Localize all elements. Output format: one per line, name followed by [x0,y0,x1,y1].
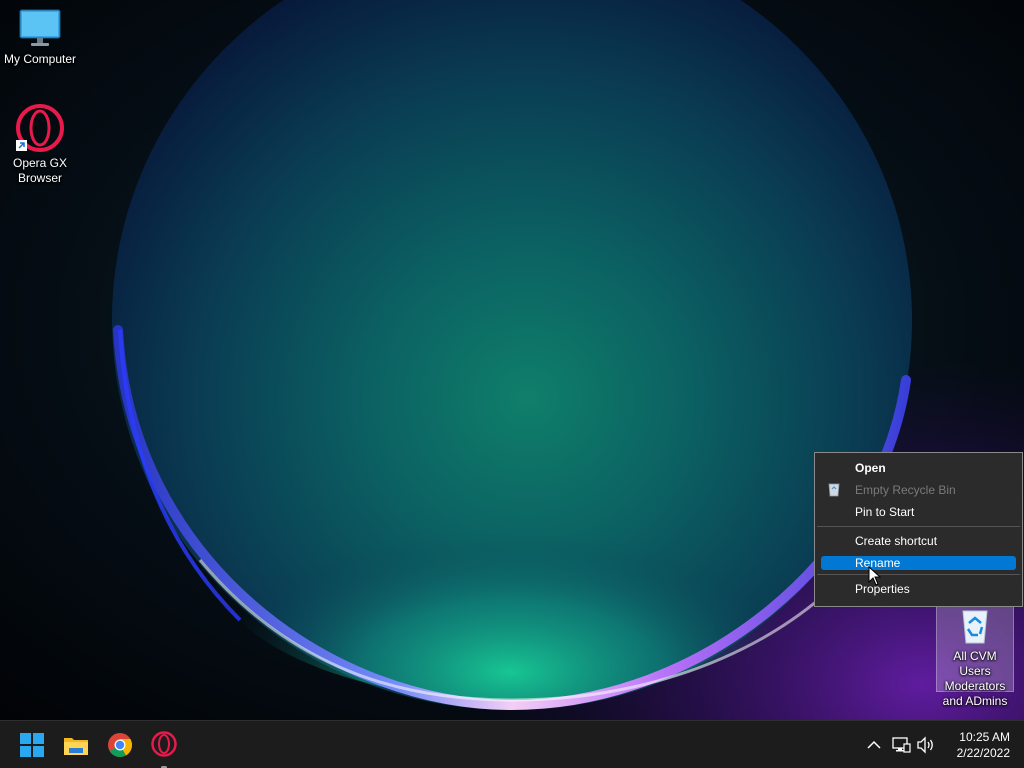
menu-item-pin-to-start[interactable]: Pin to Start [821,501,1016,523]
chevron-up-icon [867,740,881,749]
menu-item-create-shortcut[interactable]: Create shortcut [821,530,1016,552]
desktop[interactable]: My Computer Opera GX Browser All CVM Use… [0,0,1024,768]
menu-item-label: Properties [855,582,910,596]
desktop-icon-label: All CVM Users Moderators and ADmins [942,649,1008,708]
show-hidden-icons-button[interactable] [864,735,884,755]
menu-separator [817,574,1020,575]
desktop-icon-recycle-bin[interactable]: All CVM Users Moderators and ADmins [936,602,1014,708]
menu-item-label: Open [855,461,886,475]
clock-date: 2/22/2022 [956,746,1010,760]
menu-item-rename[interactable]: Rename [821,556,1016,570]
volume-icon [917,736,933,754]
network-button[interactable] [891,735,911,755]
context-menu: Open Empty Recycle Bin Pin to Start Crea… [814,452,1023,607]
taskbar: 10:25 AM 2/22/2022 [0,720,1024,768]
taskbar-chrome-button[interactable] [104,729,136,761]
clock-time: 10:25 AM [959,730,1010,744]
taskbar-file-explorer-button[interactable] [60,729,92,761]
desktop-icon-label: Opera GX Browser [12,156,68,185]
start-button[interactable] [16,729,48,761]
menu-item-open[interactable]: Open [821,457,1016,479]
chrome-icon [108,733,133,758]
opera-gx-icon [151,731,177,757]
menu-item-properties[interactable]: Properties [821,578,1016,600]
menu-item-empty-recycle-bin: Empty Recycle Bin [821,479,1016,501]
folder-icon [64,738,88,755]
menu-item-label: Create shortcut [855,534,938,548]
menu-separator [817,526,1020,527]
desktop-icon-opera-gx[interactable]: Opera GX Browser [0,104,80,186]
volume-button[interactable] [916,735,936,755]
windows-logo-icon [20,733,44,757]
monitor-icon [19,9,61,46]
network-icon [892,737,911,753]
wallpaper-bloom [0,0,1024,720]
taskbar-opera-gx-button[interactable] [148,729,180,768]
recycle-bin-icon [828,483,840,497]
taskbar-clock[interactable]: 10:25 AM 2/22/2022 [944,729,1010,761]
desktop-icon-label: My Computer [3,52,77,66]
recycle-bin-icon [962,610,988,644]
opera-gx-icon [16,104,64,152]
menu-item-label: Pin to Start [855,505,915,519]
desktop-icon-my-computer[interactable]: My Computer [0,8,80,67]
mouse-cursor-icon [868,566,882,586]
menu-item-label: Empty Recycle Bin [855,483,956,497]
